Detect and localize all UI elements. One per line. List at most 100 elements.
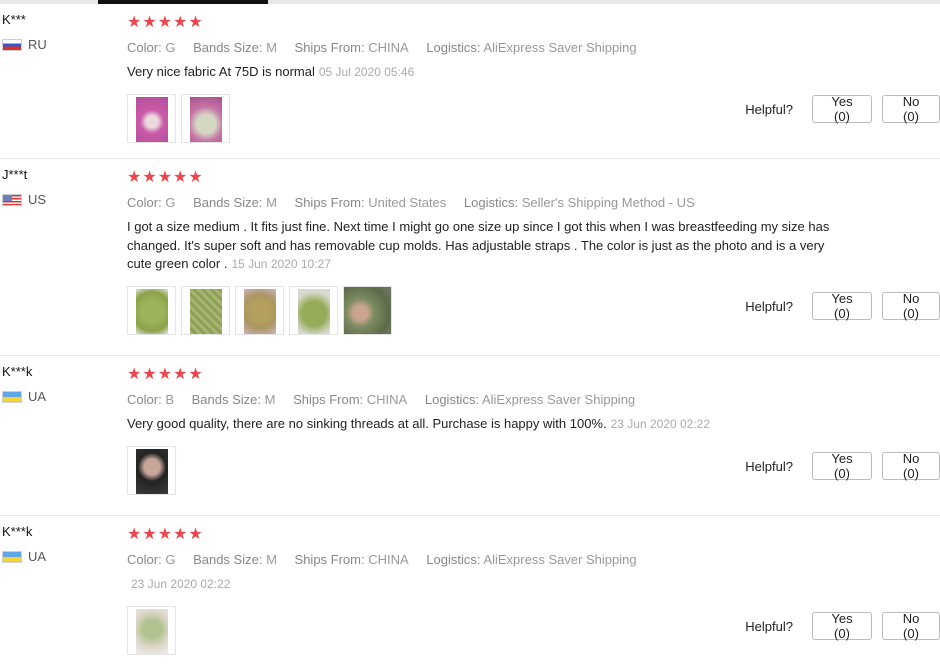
ships-from-value: CHINA <box>368 40 409 55</box>
review-text-block: Very good quality, there are no sinking … <box>127 415 842 434</box>
review-item: J***t US ★★★★★ Color: G Bands Size: M Sh… <box>0 159 940 356</box>
country-code: US <box>28 192 47 207</box>
color-value: G <box>165 552 176 567</box>
review-photos <box>127 93 847 143</box>
review-photo-thumbnail[interactable] <box>127 445 176 495</box>
order-attributes: Color: B Bands Size: M Ships From: CHINA… <box>127 392 847 407</box>
buyer-country: UA <box>2 549 112 564</box>
review-list: K*** RU ★★★★★ Color: G Bands Size: M Shi… <box>0 4 940 668</box>
helpful-yes-button[interactable]: Yes (0) <box>812 611 872 641</box>
review-content: ★★★★★ Color: G Bands Size: M Ships From:… <box>127 169 847 335</box>
review-date: 23 Jun 2020 02:22 <box>131 577 231 591</box>
photo-image <box>298 288 330 334</box>
review-photo-thumbnail[interactable] <box>289 285 338 335</box>
buyer-name: K***k <box>2 364 33 379</box>
buyer-name: K***k <box>2 524 33 539</box>
review-item: K***k UA ★★★★★ Color: B Bands Size: M Sh… <box>0 356 940 516</box>
review-content: ★★★★★ Color: B Bands Size: M Ships From:… <box>127 366 847 495</box>
color-value: B <box>165 392 174 407</box>
photo-image <box>344 286 391 334</box>
review-photo-thumbnail[interactable] <box>235 285 284 335</box>
buyer-country: RU <box>2 37 112 52</box>
bands-size-label: Bands Size: <box>193 552 263 567</box>
bands-size-value: M <box>266 40 277 55</box>
color-label: Color: <box>127 195 162 210</box>
logistics-value: AliExpress Saver Shipping <box>483 552 637 567</box>
review-text-block: I got a size medium . It fits just fine.… <box>127 218 842 274</box>
ships-from-label: Ships From: <box>294 40 365 55</box>
buyer-country: US <box>2 192 112 207</box>
review-photo-thumbnail[interactable] <box>343 285 392 335</box>
photo-image <box>136 96 168 142</box>
ships-from-label: Ships From: <box>294 552 365 567</box>
buyer-country: UA <box>2 389 112 404</box>
logistics-label: Logistics: <box>426 552 481 567</box>
helpful-label: Helpful? <box>745 618 793 634</box>
helpful-no-button[interactable]: No (0) <box>882 611 940 641</box>
photo-image <box>244 288 276 334</box>
review-photo-thumbnail[interactable] <box>127 285 176 335</box>
review-date: 23 Jun 2020 02:22 <box>610 417 711 431</box>
buyer-info: J***t US <box>2 167 112 207</box>
review-photos <box>127 285 847 335</box>
order-attributes: Color: G Bands Size: M Ships From: CHINA… <box>127 552 847 567</box>
logistics-label: Logistics: <box>424 392 480 407</box>
review-photo-thumbnail[interactable] <box>127 605 176 655</box>
star-rating: ★★★★★ <box>127 14 204 31</box>
bands-size-value: M <box>266 552 277 567</box>
helpful-yes-button[interactable]: Yes (0) <box>812 291 872 321</box>
review-photo-thumbnail[interactable] <box>181 93 230 143</box>
star-rating: ★★★★★ <box>127 366 204 383</box>
country-code: UA <box>28 549 47 564</box>
ships-from-value: CHINA <box>366 392 408 407</box>
logistics-label: Logistics: <box>463 195 519 210</box>
country-code: RU <box>28 37 47 52</box>
helpful-yes-button[interactable]: Yes (0) <box>812 94 872 124</box>
order-attributes: Color: G Bands Size: M Ships From: CHINA… <box>127 40 847 55</box>
review-text: Very good quality, there are no sinking … <box>127 416 607 431</box>
ships-from-label: Ships From: <box>294 195 365 210</box>
color-value: G <box>165 195 176 210</box>
logistics-label: Logistics: <box>426 40 481 55</box>
helpful-no-button[interactable]: No (0) <box>882 94 940 124</box>
helpful-votes: Helpful? Yes (0) No (0) <box>745 291 940 321</box>
review-content: ★★★★★ Color: G Bands Size: M Ships From:… <box>127 14 847 143</box>
photo-image <box>136 448 168 494</box>
country-code: UA <box>28 389 47 404</box>
color-value: G <box>165 40 176 55</box>
review-photos <box>127 445 847 495</box>
usa-flag-icon <box>2 193 22 206</box>
photo-image <box>136 608 168 654</box>
buyer-name: K*** <box>2 12 26 27</box>
review-item: K*** RU ★★★★★ Color: G Bands Size: M Shi… <box>0 4 940 159</box>
color-label: Color: <box>127 392 162 407</box>
color-label: Color: <box>127 552 162 567</box>
helpful-label: Helpful? <box>745 101 793 117</box>
review-photo-thumbnail[interactable] <box>181 285 230 335</box>
order-attributes: Color: G Bands Size: M Ships From: Unite… <box>127 195 847 210</box>
review-text: Very nice fabric At 75D is normal <box>127 64 315 79</box>
star-rating: ★★★★★ <box>127 526 204 543</box>
bands-size-value: M <box>264 392 276 407</box>
review-date: 15 Jun 2020 10:27 <box>231 257 331 271</box>
helpful-yes-button[interactable]: Yes (0) <box>812 451 872 481</box>
buyer-info: K***k UA <box>2 524 112 564</box>
bands-size-label: Bands Size: <box>191 392 261 407</box>
photo-image <box>190 96 222 142</box>
photo-image <box>190 288 222 334</box>
helpful-label: Helpful? <box>745 298 793 314</box>
bands-size-label: Bands Size: <box>193 40 263 55</box>
helpful-votes: Helpful? Yes (0) No (0) <box>745 611 940 641</box>
helpful-no-button[interactable]: No (0) <box>882 451 940 481</box>
bands-size-value: M <box>266 195 277 210</box>
ships-from-value: United States <box>368 195 447 210</box>
ukraine-flag-icon <box>2 550 22 563</box>
helpful-label: Helpful? <box>745 458 793 474</box>
buyer-name: J***t <box>2 167 28 182</box>
bands-size-label: Bands Size: <box>193 195 263 210</box>
color-label: Color: <box>127 40 162 55</box>
review-photo-thumbnail[interactable] <box>127 93 176 143</box>
photo-image <box>136 288 168 334</box>
helpful-no-button[interactable]: No (0) <box>882 291 940 321</box>
star-rating: ★★★★★ <box>127 169 204 186</box>
